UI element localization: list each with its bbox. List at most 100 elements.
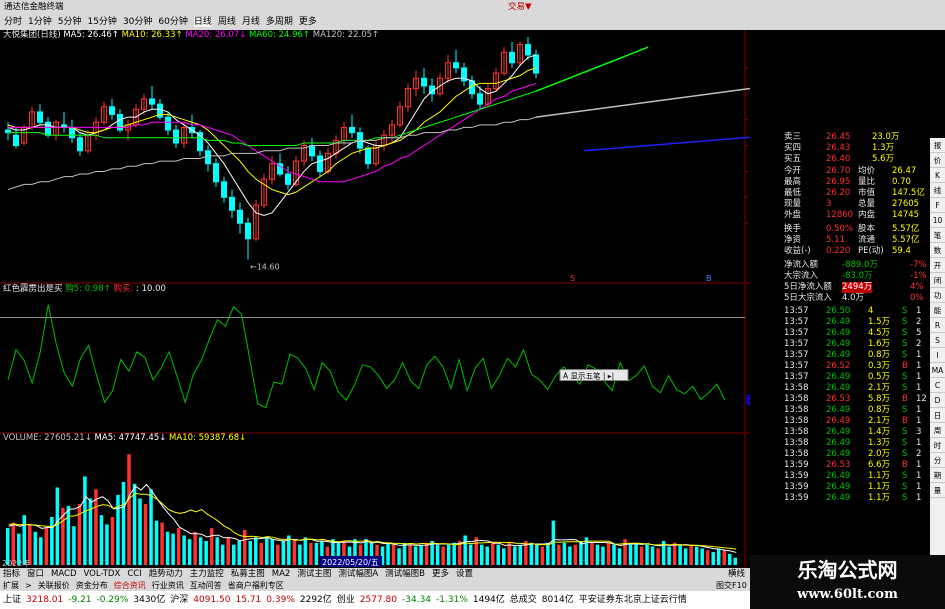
indicator-tab[interactable]: 测试幅图A [338,569,378,579]
trade-button[interactable]: 交易▼ [508,0,532,14]
tick-volume: 1.1万 [868,471,891,481]
quote-value-2: 1.3万 [872,143,895,153]
side-tool-button[interactable]: S [930,333,945,348]
tick-direction: S [902,449,908,459]
period-tab[interactable]: 30分钟 [123,17,152,27]
side-tool-button[interactable]: I [930,348,945,363]
volume-bar [424,542,429,565]
right-label[interactable]: 横线 [728,568,745,580]
period-tab[interactable]: 1分钟 [28,17,52,27]
side-tool-button[interactable]: 线 [930,183,945,198]
quote-key: 最低 [784,188,802,198]
period-tab[interactable]: 15分钟 [87,17,116,27]
volume-bar [171,533,175,565]
info-tab[interactable]: 省商户福利专区 [228,581,284,590]
period-tab[interactable]: 月线 [242,17,260,27]
candle-body [285,173,291,185]
side-tool-button[interactable]: 量 [930,483,945,498]
f10-button[interactable]: 图交F10 [716,580,747,591]
side-tool-button[interactable]: 10 [930,213,945,228]
side-tool-button[interactable]: 数 [930,243,945,258]
period-tab[interactable]: 分时 [4,17,22,27]
volume-bar [529,542,534,565]
tick-count: 5 [916,328,922,338]
side-tool-button[interactable]: C [930,378,945,393]
period-tab[interactable]: 更多 [299,17,317,27]
indicator-tab[interactable]: CCI [127,569,141,579]
tick-count: 1 [916,416,922,426]
indicator-tab[interactable]: 测试主图 [297,569,331,579]
tick-price: 26.49 [826,438,851,448]
side-tool-button[interactable]: 时 [930,438,945,453]
indicator-tab[interactable]: 趋势动力 [149,569,183,579]
year-label: 2022年 [2,558,30,568]
indicator-tab[interactable]: MA2 [272,569,291,579]
volume-bar [33,531,38,565]
tick-direction: S [902,427,908,437]
side-tool-button[interactable]: R [930,318,945,333]
volume-bar [727,553,732,565]
quote-key: 收益(-) [784,246,811,256]
tick-count: 1 [916,460,922,470]
indicator-tab[interactable]: 主力监控 [190,569,224,579]
side-tool-button[interactable]: 笔 [930,228,945,243]
status-item: 3218.01 [26,595,64,605]
side-tool-button[interactable]: 周 [930,423,945,438]
side-tool-button[interactable]: F [930,198,945,213]
side-tool-button[interactable]: 开 [930,258,945,273]
volume-bar [546,542,550,565]
period-tab[interactable]: 日线 [193,17,212,27]
info-tab[interactable]: > [25,581,32,590]
indicator-tab[interactable]: VOL-TDX [84,569,121,579]
indicator-tab[interactable]: 窗口 [27,569,44,579]
quote-row: 最高 26.95 量比 0.70 [750,177,930,188]
indicator-tab[interactable]: 测试幅图B [385,569,425,579]
info-tab[interactable]: 扩展 [3,581,19,590]
tick-price: 26.49 [826,328,851,338]
indicator-tab[interactable]: 设置 [456,569,473,579]
info-tab[interactable]: 资金分布 [76,581,108,590]
flow-key: 大宗流入 [784,271,819,281]
ma-legend-item: MA20: 26.07↓ [182,30,247,40]
side-tool-button[interactable]: 分 [930,453,945,468]
indicator-tab[interactable]: 指标 [3,569,20,579]
side-tool-button[interactable]: 日 [930,408,945,423]
indicator-tab[interactable]: 更多 [432,569,449,579]
quote-key: 最高 [784,177,802,187]
tick-volume: 1.1万 [868,482,891,492]
side-tool-button[interactable]: K [930,168,945,183]
tick-volume: 6.6万 [868,460,891,470]
side-tool-button[interactable]: 期 [930,468,945,483]
candle-body [237,209,243,224]
indicator-tab[interactable]: 私募主图 [231,569,265,579]
side-tool-button[interactable]: MA [930,363,945,378]
side-tool-button[interactable]: 能 [930,303,945,318]
side-tool-button[interactable]: 价 [930,153,945,168]
info-tab[interactable]: 综合资讯 [114,581,146,590]
period-tab[interactable]: 5分钟 [58,17,82,27]
tick-volume: 0.3万 [868,361,891,371]
info-tab[interactable]: 关联报价 [38,581,70,590]
quote-row: 净资 5.11 流通 5.57亿 [750,235,930,246]
tick-price: 26.49 [826,493,851,503]
volume-bar [22,515,27,565]
tick-count: 1 [916,482,922,492]
period-tab[interactable]: 60分钟 [158,17,187,27]
quote-value-2: 59.4 [892,246,911,256]
side-tool-button[interactable]: D [930,393,945,408]
side-tool-button[interactable]: 功 [930,288,945,303]
quote-key-2: 均价 [858,166,876,176]
side-tool-button[interactable]: 闭 [930,273,945,288]
info-tab[interactable]: 互动问答 [190,581,222,590]
tick-direction: S [902,493,908,503]
info-tab[interactable]: 行业资讯 [152,581,184,590]
period-tab[interactable]: 多周期 [266,17,293,27]
indicator-tab[interactable]: MACD [51,569,76,579]
volume-bar [215,537,219,565]
period-tab[interactable]: 周线 [218,17,236,27]
side-tool-button[interactable]: 报 [930,138,945,153]
tick-direction: S [902,306,908,316]
volume-bar [639,546,644,565]
volume-bar [248,541,253,565]
chart-area[interactable]: 22.0021.0020.0019.0018.0017.0016.00←14.6… [0,30,750,568]
